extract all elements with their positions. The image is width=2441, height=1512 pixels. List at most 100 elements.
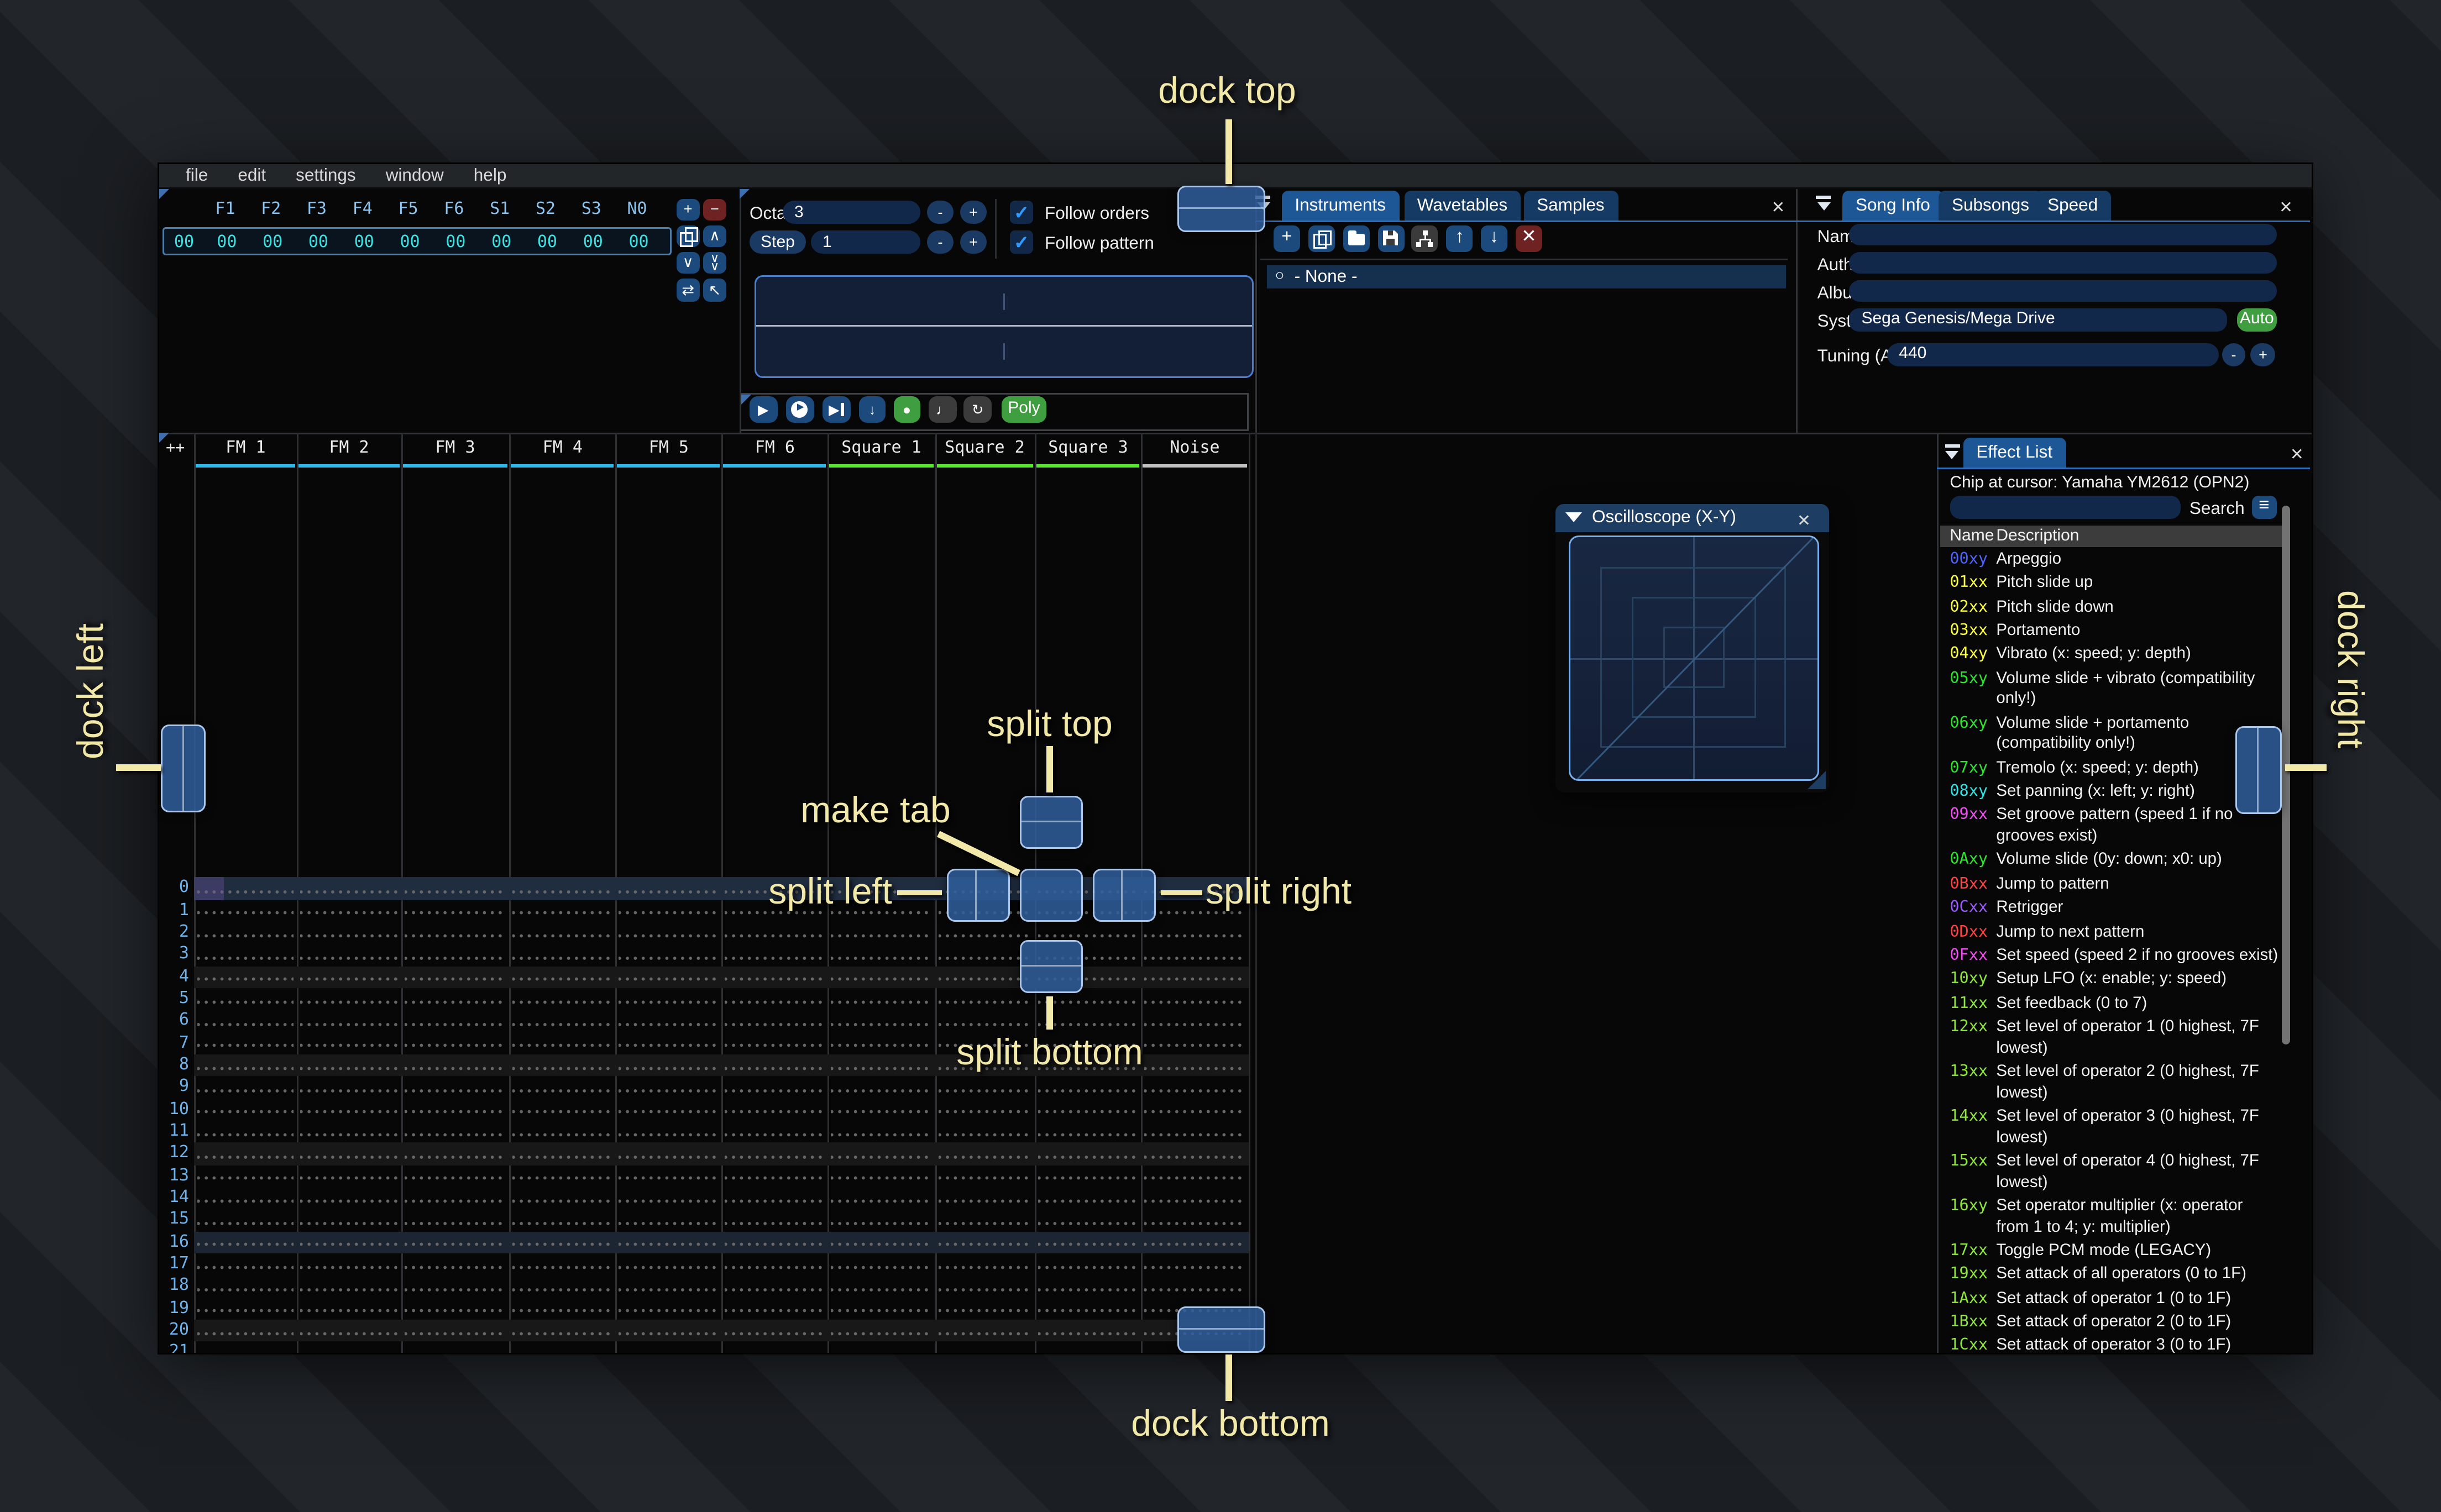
pattern-cell[interactable] (938, 988, 1031, 1010)
effect-row[interactable]: 04xy Vibrato (x: speed; y: depth) (1940, 644, 2286, 668)
order-cell[interactable]: 00 (616, 228, 662, 256)
effect-row[interactable]: 1Axx Set attack of operator 1 (0 to 1F) (1940, 1288, 2286, 1311)
stop-button[interactable]: ↓ (858, 396, 886, 423)
pattern-cell[interactable] (300, 1054, 398, 1077)
resize-grip[interactable] (1808, 770, 1826, 789)
effect-row[interactable]: 05xy Volume slide + vibrato (compatibilit… (1940, 668, 2286, 713)
pattern-cell[interactable] (1144, 1032, 1245, 1054)
metronome-button[interactable]: ♩ (929, 396, 957, 423)
effect-row[interactable]: 13xx Set level of operator 2 (0 highest, … (1940, 1061, 2286, 1106)
pattern-cell[interactable] (197, 1275, 294, 1298)
octave-plus-button[interactable]: + (960, 201, 987, 224)
pattern-cell[interactable] (725, 921, 825, 944)
effect-row[interactable]: 17xx Toggle PCM mode (LEGACY) (1940, 1240, 2286, 1264)
effect-row[interactable]: 14xx Set level of operator 3 (0 highest, … (1940, 1106, 2286, 1151)
channel-header-fm-6[interactable]: FM 6 (722, 439, 828, 457)
pattern-cell[interactable] (404, 965, 506, 988)
pattern-cell[interactable] (300, 877, 398, 900)
pattern-cell[interactable] (300, 1077, 398, 1099)
channel-header-fm-4[interactable]: FM 4 (510, 439, 616, 457)
pattern-cell[interactable] (725, 1077, 825, 1099)
pattern-cell[interactable] (197, 965, 294, 988)
pattern-cell[interactable] (619, 1187, 719, 1210)
pattern-cell[interactable] (619, 1320, 719, 1342)
pattern-cell[interactable] (404, 1253, 506, 1276)
pattern-cell[interactable] (300, 1231, 398, 1254)
effect-row[interactable]: 10xy Setup LFO (x: enable; y: speed) (1940, 969, 2286, 993)
pattern-cell[interactable] (938, 921, 1031, 944)
pattern-cell[interactable] (1038, 1320, 1138, 1342)
effect-row[interactable]: 00xy Arpeggio (1940, 549, 2286, 573)
pattern-cell[interactable] (300, 1143, 398, 1166)
effect-row[interactable]: 01xx Pitch slide up (1940, 573, 2286, 596)
pattern-cell[interactable] (300, 1099, 398, 1121)
channel-header-square-3[interactable]: Square 3 (1035, 439, 1141, 457)
pattern-cell[interactable] (512, 1253, 612, 1276)
pattern-cell[interactable] (512, 877, 612, 900)
pattern-cell[interactable] (197, 1099, 294, 1121)
pattern-cell[interactable] (1038, 1231, 1138, 1254)
pattern-cell[interactable] (1038, 1209, 1138, 1232)
pattern-cell[interactable] (938, 1298, 1031, 1320)
pattern-cell[interactable] (1144, 921, 1245, 944)
order-cell[interactable]: 00 (525, 228, 570, 256)
pattern-cell[interactable] (404, 1187, 506, 1210)
pattern-cell[interactable] (197, 1032, 294, 1054)
pattern-cell[interactable] (938, 1253, 1031, 1276)
menu-item-file[interactable]: file (171, 165, 223, 185)
pattern-cell[interactable] (404, 877, 506, 900)
pattern-cell[interactable] (831, 921, 932, 944)
pattern-cell[interactable] (1144, 1143, 1245, 1166)
pattern-cell[interactable] (938, 1077, 1031, 1099)
pattern-cell[interactable] (512, 1121, 612, 1143)
step-one-row-button[interactable]: ▶ (823, 396, 850, 423)
pattern-cell[interactable] (619, 965, 719, 988)
pattern-cell[interactable] (619, 1165, 719, 1188)
pattern-cell[interactable] (1144, 1099, 1245, 1121)
pattern-cell[interactable] (725, 1275, 825, 1298)
pattern-cell[interactable] (725, 1054, 825, 1077)
pattern-cell[interactable] (1038, 1253, 1138, 1276)
tab-speed[interactable]: Speed (2034, 191, 2112, 221)
tab-effect-list[interactable]: Effect List (1963, 438, 2066, 468)
effect-row[interactable]: 09xx Set groove pattern (speed 1 if no gr… (1940, 805, 2286, 850)
tab-wavetables[interactable]: Wavetables (1403, 191, 1521, 221)
effect-row[interactable]: 0Fxx Set speed (speed 2 if no grooves exi… (1940, 945, 2286, 969)
tab-subsongs[interactable]: Subsongs (1938, 191, 2043, 221)
add-order-button[interactable]: + (676, 198, 700, 221)
open-instrument-button[interactable] (1343, 224, 1370, 251)
tuning-plus-button[interactable]: + (2250, 342, 2276, 366)
channel-header-square-1[interactable]: Square 1 (828, 439, 935, 457)
pattern-cell[interactable] (404, 1165, 506, 1188)
pattern-cell[interactable] (300, 1165, 398, 1188)
pattern-cell[interactable] (725, 1099, 825, 1121)
effect-row[interactable]: 11xx Set feedback (0 to 7) (1940, 993, 2286, 1016)
pattern-cell[interactable] (512, 921, 612, 944)
channel-header-square-2[interactable]: Square 2 (935, 439, 1035, 457)
effect-row[interactable]: 16xy Set operator multiplier (x: operator… (1940, 1195, 2286, 1240)
pattern-cell[interactable] (619, 1054, 719, 1077)
pattern-cell[interactable] (300, 899, 398, 922)
octave-input[interactable]: 3 (783, 201, 920, 224)
pattern-cell[interactable] (512, 1099, 612, 1121)
pattern-cell[interactable] (300, 1253, 398, 1276)
pattern-cell[interactable] (197, 1231, 294, 1254)
pattern-cell[interactable] (831, 1187, 932, 1210)
pattern-cell[interactable] (300, 1298, 398, 1320)
pattern-cell[interactable] (1144, 1187, 1245, 1210)
pattern-cell[interactable] (404, 988, 506, 1010)
pattern-cell[interactable] (404, 1121, 506, 1143)
pattern-cell[interactable] (1144, 1165, 1245, 1188)
pattern-cell[interactable] (831, 1275, 932, 1298)
channel-header-fm-5[interactable]: FM 5 (616, 439, 722, 457)
split-right-target[interactable] (1092, 868, 1155, 921)
save-instrument-button[interactable] (1377, 224, 1404, 251)
pattern-cell[interactable] (938, 943, 1031, 966)
tab-instruments[interactable]: Instruments (1281, 191, 1399, 221)
pattern-cell[interactable] (300, 943, 398, 966)
pattern-cell[interactable] (619, 1342, 719, 1352)
pattern-cell[interactable] (1038, 1099, 1138, 1121)
pattern-cell[interactable] (619, 1253, 719, 1276)
tuning-minus-button[interactable]: - (2222, 342, 2245, 366)
pattern-cell[interactable] (725, 1165, 825, 1188)
